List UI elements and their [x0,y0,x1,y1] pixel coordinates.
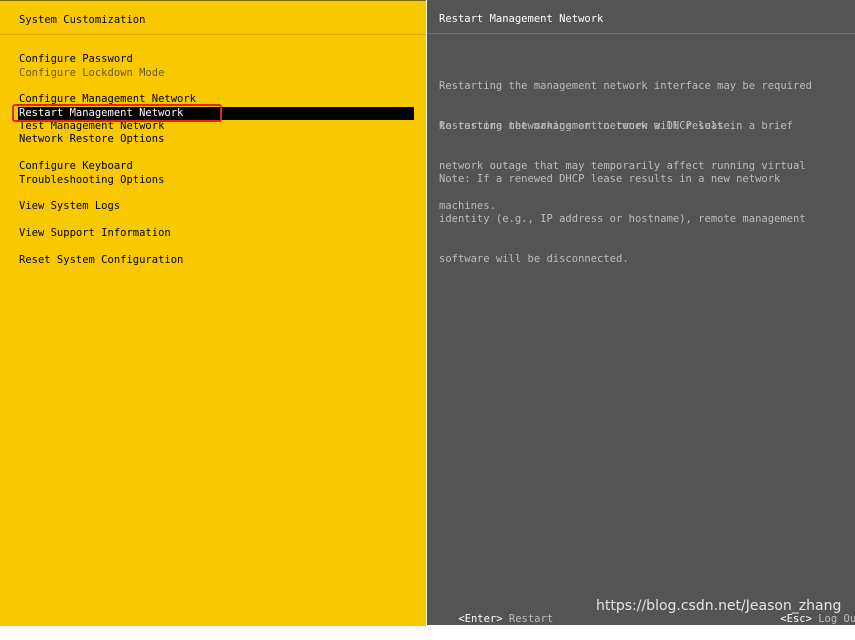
description-panel-header: Restart Management Network [427,0,855,34]
menu-item-configure-password[interactable]: Configure Password [19,53,133,66]
esc-action-label: Log Out [818,613,855,626]
description-panel-title: Restart Management Network [439,13,604,25]
enter-action-label: Restart [508,613,554,626]
menu-panel-header: System Customization [0,1,426,35]
watermark-text: https://blog.csdn.net/Jeason_zhang [596,598,842,614]
esc-key-label: <Esc> [780,613,812,626]
enter-key-label: <Enter> [458,613,503,626]
description-line: software will be disconnected. [439,253,629,266]
menu-item-troubleshooting-options[interactable]: Troubleshooting Options [19,174,164,187]
description-line: identity (e.g., IP address or hostname),… [439,213,806,226]
menu-item-reset-system-configuration[interactable]: Reset System Configuration [19,254,183,267]
menu-item-view-support-information[interactable]: View Support Information [19,227,171,240]
menu-item-configure-keyboard[interactable]: Configure Keyboard [19,160,133,173]
menu-item-view-system-logs[interactable]: View System Logs [19,200,120,213]
menu-panel-title: System Customization [19,14,146,26]
menu-item-configure-lockdown-mode[interactable]: Configure Lockdown Mode [19,67,164,80]
selection-highlight-annotation [12,104,222,122]
footer-enter-hint[interactable]: <Enter> Restart [433,600,553,640]
description-paragraph-3: Note: If a renewed DHCP lease results in… [439,146,844,293]
menu-item-network-restore-options[interactable]: Network Restore Options [19,133,164,146]
description-panel: Restart Management Network Restarting th… [427,0,855,625]
description-line: Restarting the management network will r… [439,119,794,132]
menu-panel: System Customization Configure Password … [0,0,426,626]
description-line: Restarting the management network interf… [439,79,812,92]
description-line: Note: If a renewed DHCP lease results in… [439,172,781,185]
